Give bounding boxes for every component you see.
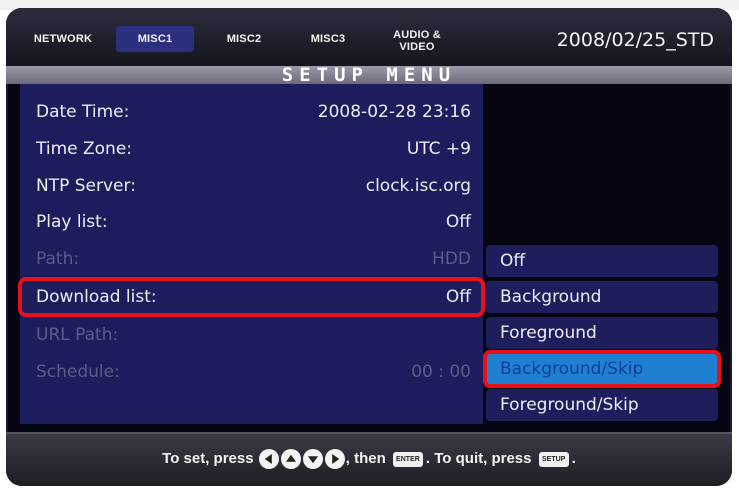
enter-key-icon: ENTER bbox=[392, 451, 423, 467]
page-title: SETUP MENU bbox=[281, 64, 457, 86]
setting-time-zone[interactable]: Time Zone: UTC +9 bbox=[20, 131, 483, 167]
setting-value: HDD bbox=[432, 249, 471, 269]
down-arrow-icon bbox=[302, 449, 323, 470]
dropdown-option-off[interactable]: Off bbox=[486, 245, 718, 277]
option-label: Background/Skip bbox=[500, 359, 644, 379]
dropdown-option-foreground-skip[interactable]: Foreground/Skip bbox=[486, 389, 718, 421]
right-arrow-icon bbox=[324, 449, 345, 470]
dropdown-option-foreground[interactable]: Foreground bbox=[486, 317, 718, 349]
setting-value: 2008-02-28 23:16 bbox=[317, 102, 471, 122]
firmware-version: 2008/02/25_STD bbox=[556, 29, 714, 51]
setting-value: clock.isc.org bbox=[365, 176, 471, 196]
setting-label: URL Path: bbox=[36, 325, 119, 345]
setting-ntp-server[interactable]: NTP Server: clock.isc.org bbox=[20, 168, 483, 204]
setting-value: Off bbox=[445, 212, 471, 232]
setting-label: Play list: bbox=[36, 212, 108, 232]
setting-date-time[interactable]: Date Time: 2008-02-28 23:16 bbox=[20, 94, 483, 130]
setting-path: Path: HDD bbox=[20, 241, 483, 277]
help-suffix: . bbox=[571, 450, 576, 468]
option-label: Off bbox=[500, 251, 526, 271]
tab-network[interactable]: NETWORK bbox=[28, 26, 98, 52]
setting-label: Download list: bbox=[36, 287, 157, 307]
help-prefix: To set, press bbox=[162, 450, 254, 468]
tab-misc2[interactable]: MISC2 bbox=[214, 26, 274, 52]
dropdown-option-background[interactable]: Background bbox=[486, 281, 718, 313]
setting-value: UTC +9 bbox=[406, 139, 471, 159]
setup-screen: NETWORK MISC1 MISC2 MISC3 AUDIO & VIDEO … bbox=[6, 8, 732, 486]
dropdown-option-background-skip[interactable]: Background/Skip bbox=[483, 350, 721, 388]
setting-label: NTP Server: bbox=[36, 176, 136, 196]
option-label: Background bbox=[500, 287, 602, 307]
up-arrow-icon bbox=[280, 449, 301, 470]
setting-label: Date Time: bbox=[36, 102, 130, 122]
setting-value: 00 : 00 bbox=[411, 362, 471, 382]
setup-key-icon: SETUP bbox=[538, 451, 569, 467]
option-label: Foreground bbox=[500, 323, 597, 343]
setting-url-path: URL Path: bbox=[20, 317, 483, 353]
setting-value: Off bbox=[445, 287, 471, 307]
option-label: Foreground/Skip bbox=[500, 395, 639, 415]
setting-label: Path: bbox=[36, 249, 80, 269]
setting-label: Schedule: bbox=[36, 362, 120, 382]
tab-misc3[interactable]: MISC3 bbox=[298, 26, 358, 52]
tab-audio-video[interactable]: AUDIO & VIDEO bbox=[384, 26, 450, 56]
help-text: To set, press , then ENTER. To quit, pre… bbox=[6, 432, 732, 486]
setting-play-list[interactable]: Play list: Off bbox=[20, 204, 483, 240]
help-middle: , then bbox=[345, 450, 386, 468]
left-arrow-icon bbox=[258, 449, 279, 470]
setting-schedule: Schedule: 00 : 00 bbox=[20, 354, 483, 390]
help-quit-text: . To quit, press bbox=[425, 450, 532, 468]
tab-misc1[interactable]: MISC1 bbox=[116, 26, 194, 52]
setting-label: Time Zone: bbox=[36, 139, 133, 159]
setting-download-list[interactable]: Download list: Off bbox=[18, 277, 485, 317]
